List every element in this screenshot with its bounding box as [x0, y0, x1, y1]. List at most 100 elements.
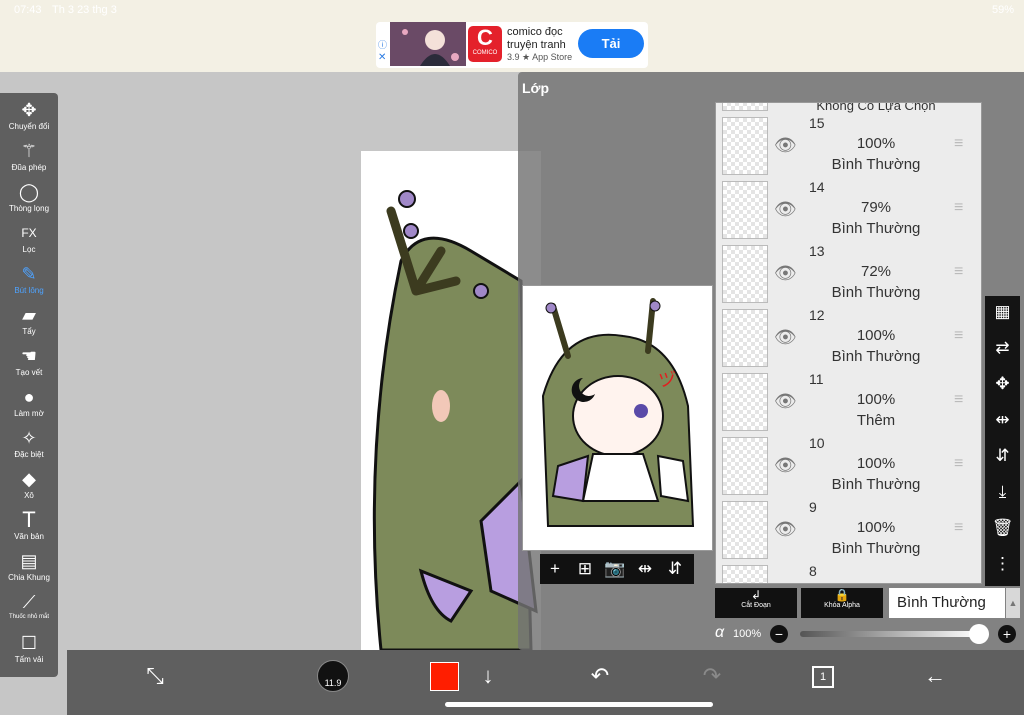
tool-eraser[interactable]: ▰ Tẩy [0, 304, 58, 336]
opacity-control: α 100% − + [715, 624, 1021, 648]
clip-label: Cắt Đoạn [741, 602, 771, 609]
add-layer-icon[interactable]: + [540, 554, 570, 584]
more-icon[interactable]: ⋮ [985, 554, 1020, 574]
ad-info-icon[interactable]: ⓘ [378, 38, 387, 51]
tool-blur[interactable]: ● Làm mờ [0, 386, 58, 418]
tool-smudge[interactable]: ☚ Tạo vết [0, 345, 58, 377]
layer-blend: Bình Thường [831, 156, 921, 173]
layer-blend: Thêm [856, 412, 896, 429]
opacity-slider-knob[interactable] [969, 624, 989, 644]
download-icon[interactable]: ↓ [470, 662, 506, 690]
layer-row[interactable]: 8 [716, 561, 981, 583]
layer-row[interactable]: 👁 12 100% Bình Thường ≡ [716, 305, 981, 370]
flip-vertical-icon[interactable]: ⇵ [985, 446, 1020, 466]
alpha-lock-label: Khóa Alpha [824, 602, 860, 609]
duplicate-layer-icon[interactable]: ⊞ [570, 554, 600, 584]
drag-handle-icon[interactable]: ≡ [954, 199, 963, 217]
layer-row[interactable]: 👁 13 72% Bình Thường ≡ [716, 241, 981, 306]
eye-icon[interactable]: 👁 [774, 519, 797, 540]
layer-transfer-icon[interactable]: ⇄ [985, 338, 1020, 358]
flip-vertical-icon[interactable]: ⇵ [660, 554, 690, 584]
tool-special[interactable]: ✧ Đặc biệt [0, 427, 58, 459]
drag-handle-icon[interactable]: ≡ [954, 519, 963, 537]
tool-lasso[interactable]: ◯ Thòng lọng [0, 181, 58, 213]
eye-icon[interactable]: 👁 [774, 327, 797, 348]
opacity-decrease-button[interactable]: − [770, 625, 788, 643]
drag-handle-icon[interactable]: ≡ [954, 455, 963, 473]
alpha-lock-button[interactable]: 🔒 Khóa Alpha [801, 588, 883, 618]
brush-size-value: 11.9 [324, 678, 342, 688]
layer-row[interactable]: 👁 14 79% Bình Thường ≡ [716, 177, 981, 242]
layer-row[interactable]: 👁 10 100% Bình Thường ≡ [716, 433, 981, 498]
logo-word: COMICO [472, 50, 498, 56]
frame-divider-icon: ▤ [20, 551, 38, 571]
color-swatch[interactable] [430, 662, 459, 691]
home-indicator[interactable] [445, 702, 713, 707]
fx-icon: FX [21, 226, 37, 240]
smudge-icon: ☚ [20, 346, 38, 366]
merge-down-icon[interactable]: ⤓ [985, 482, 1020, 502]
layers-panel-title: Lớp [522, 80, 550, 96]
layer-row[interactable]: 👁 11 100% Thêm ≡ [716, 369, 981, 434]
transform-icon[interactable]: ⤡ [137, 662, 173, 690]
camera-icon[interactable]: 📷 [600, 554, 630, 584]
tool-label: Tạo vết [15, 368, 43, 377]
layer-number: 8 [809, 563, 817, 579]
checker-icon[interactable]: ▦ [985, 302, 1020, 322]
opacity-slider[interactable] [800, 631, 978, 637]
tool-filter[interactable]: FX Lọc [0, 222, 58, 254]
tool-label: Thòng lọng [8, 204, 50, 213]
ad-banner[interactable]: ⓘ ✕ C COMICO comico đọc truyện tranh 3.9… [376, 22, 648, 68]
layer-list[interactable]: Không Có Lựa Chọn 👁 15 100% Bình Thường … [715, 102, 982, 584]
layers-button[interactable]: 1 [805, 662, 841, 690]
tool-eyedropper[interactable]: ⟋ Thuốc nhỏ mắt [0, 591, 58, 620]
move-layer-icon[interactable]: ✥ [985, 374, 1020, 394]
layer-thumbnail [722, 309, 768, 367]
tool-text[interactable]: T Văn bản [0, 509, 58, 542]
special-icon: ✧ [21, 428, 37, 448]
flip-horizontal-icon[interactable]: ⇹ [630, 554, 660, 584]
trash-icon[interactable]: 🗑 [985, 518, 1020, 538]
alpha-value: 100% [733, 628, 762, 640]
tool-magic-wand[interactable]: ⚚ Đũa phép [0, 140, 58, 172]
eye-icon[interactable]: 👁 [774, 199, 797, 220]
preview-toolbar: + ⊞ 📷 ⇹ ⇵ [540, 554, 694, 584]
tool-bucket[interactable]: ◆ Xô [0, 468, 58, 500]
drawing-canvas[interactable] [361, 151, 541, 652]
clipping-button[interactable]: ↲ Cắt Đoạn [715, 588, 797, 618]
ad-install-button[interactable]: Tải [578, 29, 644, 58]
tool-label: Tẩy [22, 327, 36, 336]
eye-icon[interactable]: 👁 [774, 391, 797, 412]
tool-canvas[interactable]: ☐ Tấm vải [0, 632, 58, 664]
drag-handle-icon[interactable]: ≡ [954, 263, 963, 281]
lasso-icon: ◯ [18, 182, 40, 202]
layer-number: 9 [809, 499, 817, 515]
tool-transform[interactable]: ✥ Chuyển đổi [0, 99, 58, 131]
layer-preview[interactable]: ヅ [522, 285, 713, 551]
eye-icon[interactable]: 👁 [774, 135, 797, 156]
layer-label: Không Có Lựa Chọn [816, 102, 936, 113]
flip-horizontal-icon[interactable]: ⇹ [985, 410, 1020, 430]
blend-mode-select[interactable]: Bình Thường [889, 588, 1005, 618]
brush-size-button[interactable]: 11.9 [317, 660, 349, 692]
tool-label: Lọc [22, 245, 36, 254]
ad-close-icon[interactable]: ✕ [378, 52, 386, 63]
layer-row[interactable]: 👁 15 100% Bình Thường ≡ [716, 113, 981, 178]
drag-handle-icon[interactable]: ≡ [954, 327, 963, 345]
chevron-up-icon[interactable]: ▲ [1006, 588, 1020, 618]
status-date: Th 3 23 thg 3 [52, 4, 117, 16]
tool-brush[interactable]: ✎ Bút lông [0, 263, 58, 295]
bottom-toolbar: ⤡ 11.9 ↓ ↶ ↷ 1 ← [67, 650, 1024, 715]
drag-handle-icon[interactable]: ≡ [954, 391, 963, 409]
tool-frame-divider[interactable]: ▤ Chia Khung [0, 550, 58, 582]
eye-icon[interactable]: 👁 [774, 263, 797, 284]
undo-icon[interactable]: ↶ [582, 662, 618, 690]
tool-sidebar: ✥ Chuyển đổi ⚚ Đũa phép ◯ Thòng lọng FX … [0, 93, 58, 677]
redo-icon[interactable]: ↷ [694, 662, 730, 690]
layer-row[interactable]: 👁 9 100% Bình Thường ≡ [716, 497, 981, 562]
clip-icon: ↲ [750, 588, 762, 602]
drag-handle-icon[interactable]: ≡ [954, 135, 963, 153]
opacity-increase-button[interactable]: + [998, 625, 1016, 643]
eye-icon[interactable]: 👁 [774, 455, 797, 476]
back-arrow-icon[interactable]: ← [917, 662, 953, 690]
